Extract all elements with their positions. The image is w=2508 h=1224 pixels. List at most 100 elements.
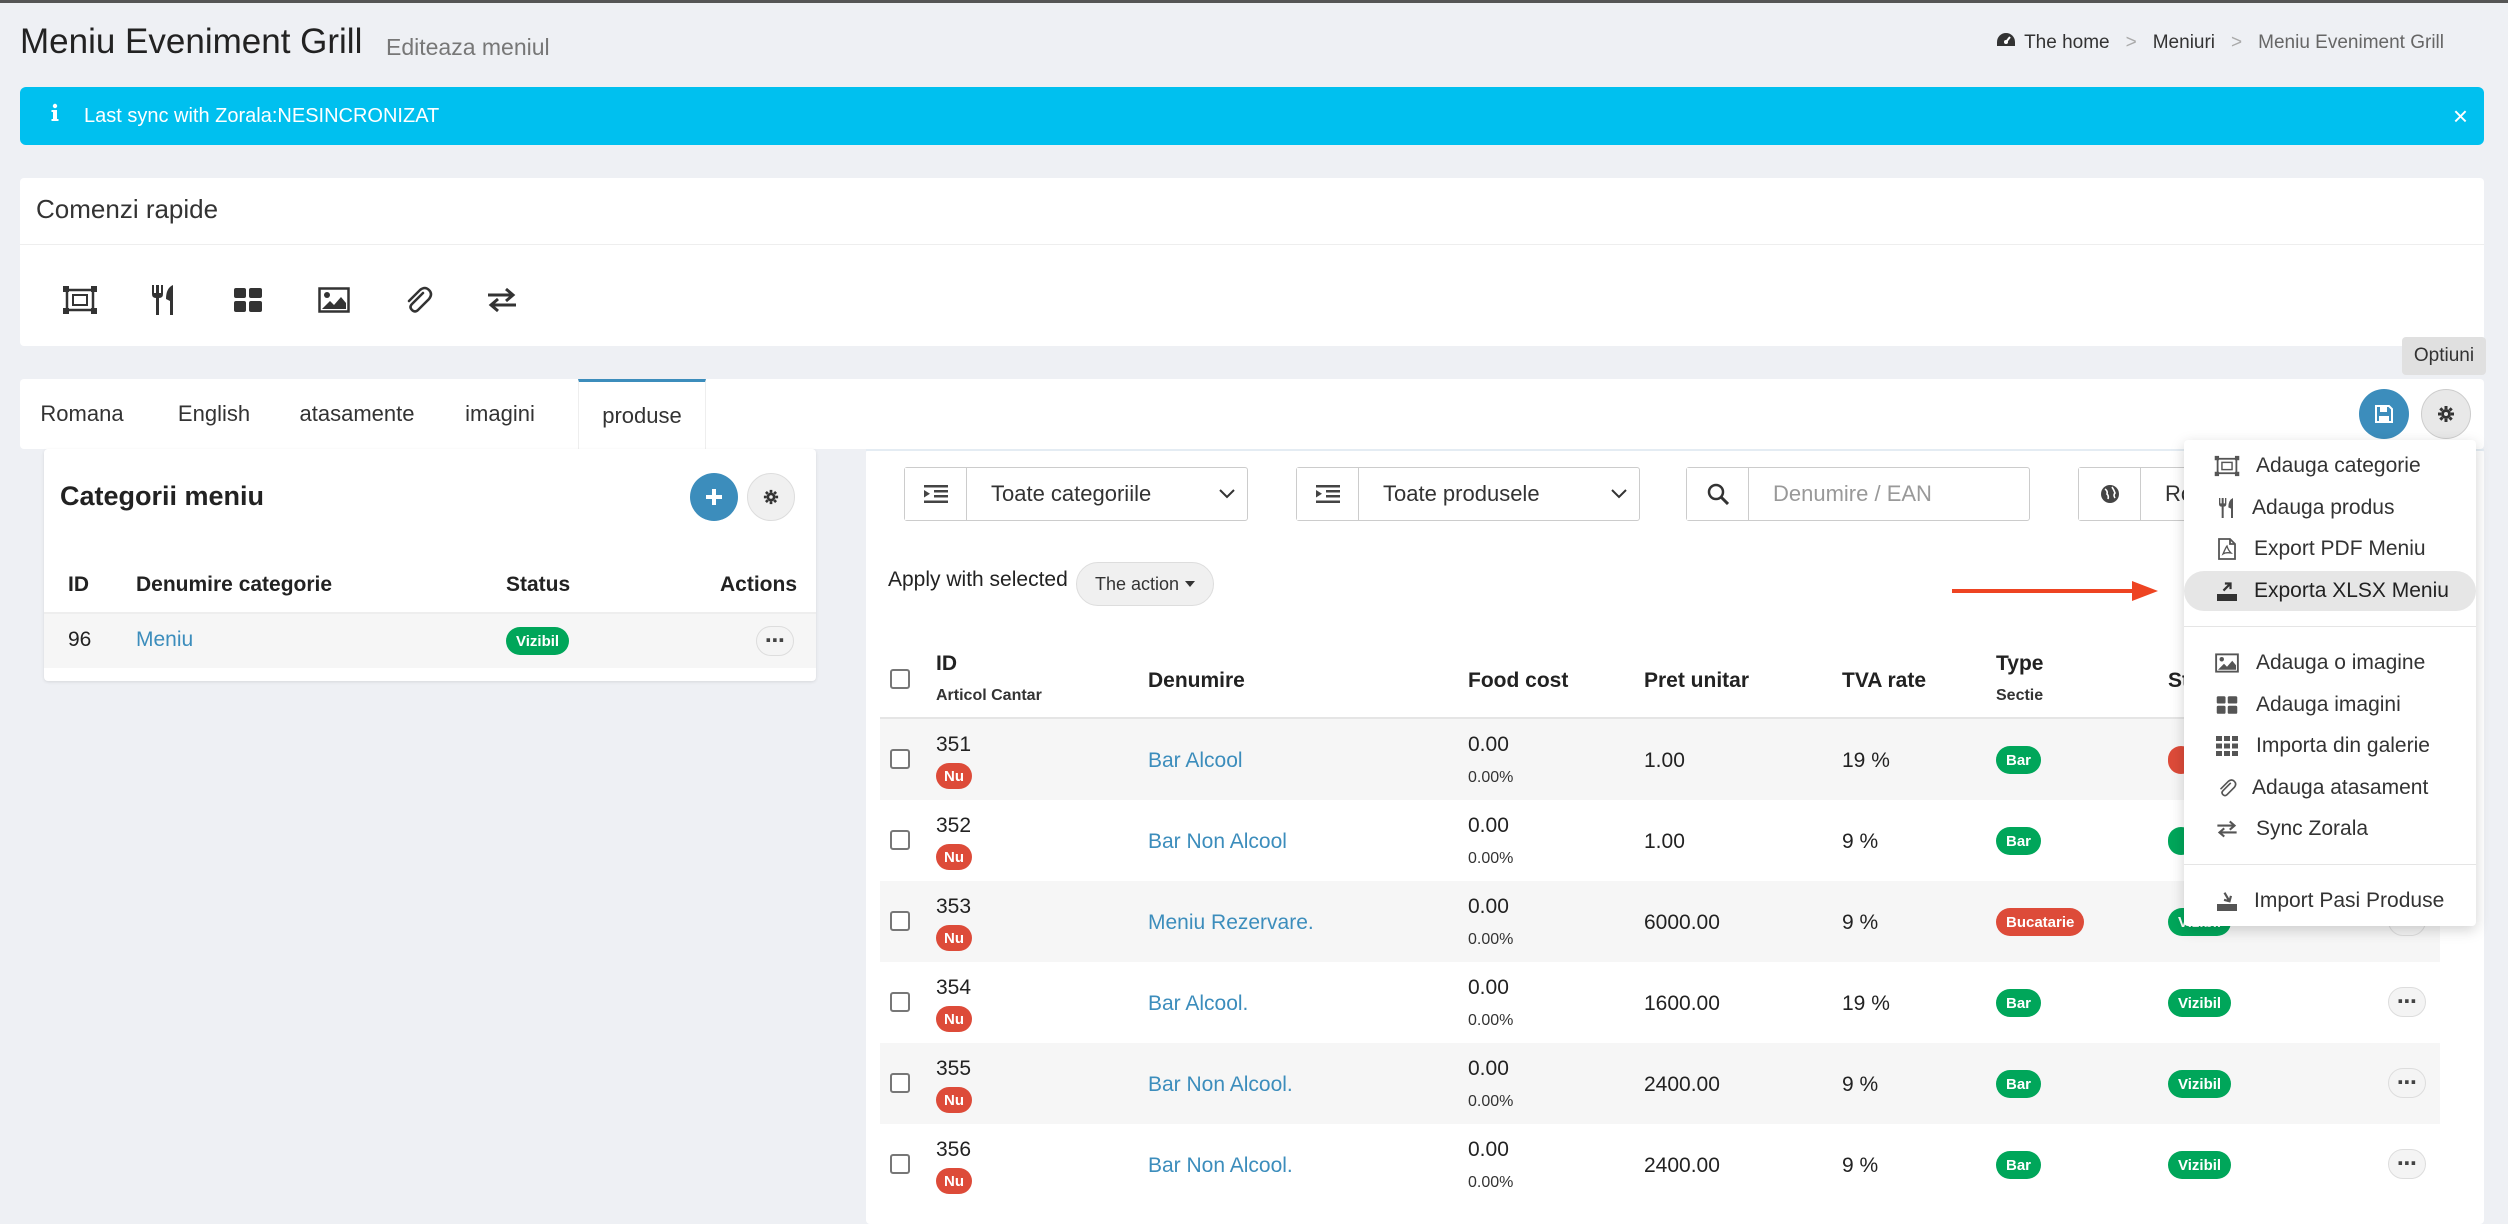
table-row: 354 Nu Bar Alcool. 0.00 0.00% 1600.00 19… [880, 962, 2440, 1043]
price-value: 1600.00 [1644, 992, 1720, 1015]
tva-value: 9 % [1842, 1073, 1879, 1096]
export-icon [2212, 576, 2242, 606]
bulk-action-dropdown[interactable]: The action [1076, 562, 1215, 606]
menu-item-export-xlsx[interactable]: Exporta XLSX Meniu [2184, 571, 2476, 611]
tab-produse[interactable]: produse [578, 379, 706, 449]
menu-item-add-image[interactable]: Adauga o imagine [2184, 643, 2476, 683]
price-value: 2400.00 [1644, 1073, 1720, 1096]
sync-alert: Last sync with Zorala:NESINCRONIZAT × [20, 87, 2484, 145]
cutlery-icon[interactable] [142, 278, 186, 322]
col-header-status: Status [506, 573, 571, 596]
menu-item-add-attachment[interactable]: Adauga atasament [2184, 768, 2476, 808]
tva-value: 9 % [1842, 830, 1879, 853]
breadcrumb-meniuri[interactable]: Meniuri [2153, 32, 2215, 54]
menu-item-add-product[interactable]: Adauga produs [2184, 488, 2476, 528]
menu-item-add-category[interactable]: Adauga categorie [2184, 446, 2476, 486]
products-filter-select[interactable]: Toate produsele [1296, 467, 1640, 521]
tab-english[interactable]: English [154, 379, 274, 449]
categories-title: Categorii meniu [60, 481, 265, 511]
row-checkbox[interactable] [890, 830, 910, 850]
scale-badge: Nu [936, 925, 972, 951]
product-name-link[interactable]: Bar Non Alcool. [1148, 1073, 1293, 1097]
tab-imagini[interactable]: imagini [440, 379, 560, 449]
product-name-link[interactable]: Bar Alcool. [1148, 992, 1248, 1016]
food-cost-percent: 0.00% [1468, 1093, 1514, 1110]
price-value: 2400.00 [1644, 1154, 1720, 1177]
tab-atasamente[interactable]: atasamente [284, 379, 430, 449]
search-field[interactable]: Denumire / EAN [1686, 467, 2030, 521]
grid-icon[interactable] [226, 278, 270, 322]
food-cost-percent: 0.00% [1468, 769, 1514, 786]
row-checkbox[interactable] [890, 1154, 910, 1174]
tva-value: 9 % [1842, 1154, 1879, 1177]
products-filter-value: Toate produsele [1383, 481, 1540, 506]
menu-item-label: Exporta XLSX Meniu [2254, 579, 2449, 602]
quick-commands-title: Comenzi rapide [36, 194, 219, 224]
menu-item-import-gallery[interactable]: Importa din galerie [2184, 726, 2476, 766]
quick-commands-panel: Comenzi rapide [20, 178, 2484, 346]
breadcrumb-home[interactable]: The home [2024, 32, 2110, 54]
add-category-icon [2212, 451, 2242, 481]
scale-badge: Nu [936, 1006, 972, 1032]
options-dropdown-menu: Adauga categorie Adauga produs Export PD… [2184, 440, 2476, 926]
product-name-link[interactable]: Bar Non Alcool [1148, 830, 1287, 854]
menu-item-label: Export PDF Meniu [2254, 537, 2426, 560]
col-header-id: ID [936, 652, 957, 675]
row-checkbox[interactable] [890, 749, 910, 769]
tva-value: 9 % [1842, 911, 1879, 934]
breadcrumb: The home > Meniuri > Meniu Eveniment Gri… [1996, 32, 2444, 54]
divider [2184, 626, 2476, 627]
row-actions-button[interactable]: ⋯ [2388, 1068, 2426, 1098]
menu-item-label: Adauga atasament [2252, 776, 2429, 799]
status-badge: Vizibil [506, 627, 570, 655]
food-cost-percent: 0.00% [1468, 1174, 1514, 1191]
import-icon [2212, 886, 2242, 916]
product-id: 351 [936, 733, 972, 756]
category-name-link[interactable]: Meniu [136, 628, 193, 652]
add-category-button[interactable] [690, 473, 738, 521]
col-header-type: Type [1996, 652, 2044, 675]
food-cost-percent: 0.00% [1468, 1012, 1514, 1029]
close-icon[interactable]: × [2453, 101, 2468, 132]
row-checkbox[interactable] [890, 992, 910, 1012]
row-actions-button[interactable]: ⋯ [756, 626, 794, 656]
row-actions-button[interactable]: ⋯ [2388, 987, 2426, 1017]
row-checkbox[interactable] [890, 911, 910, 931]
type-badge: Bar [1996, 746, 2042, 774]
top-border [0, 0, 2508, 3]
divider [2184, 864, 2476, 865]
image-icon[interactable] [312, 278, 356, 322]
menu-item-label: Adauga categorie [2256, 454, 2421, 477]
col-header-price: Pret unitar [1644, 669, 1750, 692]
price-value: 6000.00 [1644, 911, 1720, 934]
select-all-checkbox[interactable] [890, 669, 910, 689]
add-category-icon[interactable] [58, 278, 102, 322]
bulk-apply-label: Apply with selected [888, 568, 1068, 591]
row-checkbox[interactable] [890, 1073, 910, 1093]
sync-arrows-icon [2212, 814, 2242, 844]
price-value: 1.00 [1644, 830, 1685, 853]
product-name-link[interactable]: Bar Non Alcool. [1148, 1154, 1293, 1178]
image-icon [2212, 648, 2242, 678]
search-icon [1687, 468, 1749, 520]
product-name-link[interactable]: Meniu Rezervare. [1148, 911, 1314, 935]
category-filter-select[interactable]: Toate categoriile [904, 467, 1248, 521]
paperclip-icon[interactable] [396, 278, 440, 322]
menu-item-export-pdf[interactable]: Export PDF Meniu [2184, 529, 2476, 569]
food-cost-percent: 0.00% [1468, 931, 1514, 948]
menu-item-import-steps[interactable]: Import Pasi Produse [2184, 881, 2476, 921]
chevron-down-icon [1599, 489, 1639, 499]
category-settings-button[interactable] [747, 473, 795, 521]
menu-item-add-images[interactable]: Adauga imagini [2184, 685, 2476, 725]
food-cost-value: 0.00 [1468, 814, 1509, 837]
search-input[interactable]: Denumire / EAN [1749, 481, 2029, 507]
product-name-link[interactable]: Bar Alcool [1148, 749, 1243, 773]
tab-romana[interactable]: Romana [20, 379, 144, 449]
save-button[interactable] [2359, 389, 2409, 439]
options-button[interactable] [2421, 389, 2471, 439]
sync-arrows-icon[interactable] [480, 278, 524, 322]
row-actions-button[interactable]: ⋯ [2388, 1149, 2426, 1179]
scale-badge: Nu [936, 763, 972, 789]
product-id: 353 [936, 895, 972, 918]
menu-item-sync-zorala[interactable]: Sync Zorala [2184, 809, 2476, 849]
